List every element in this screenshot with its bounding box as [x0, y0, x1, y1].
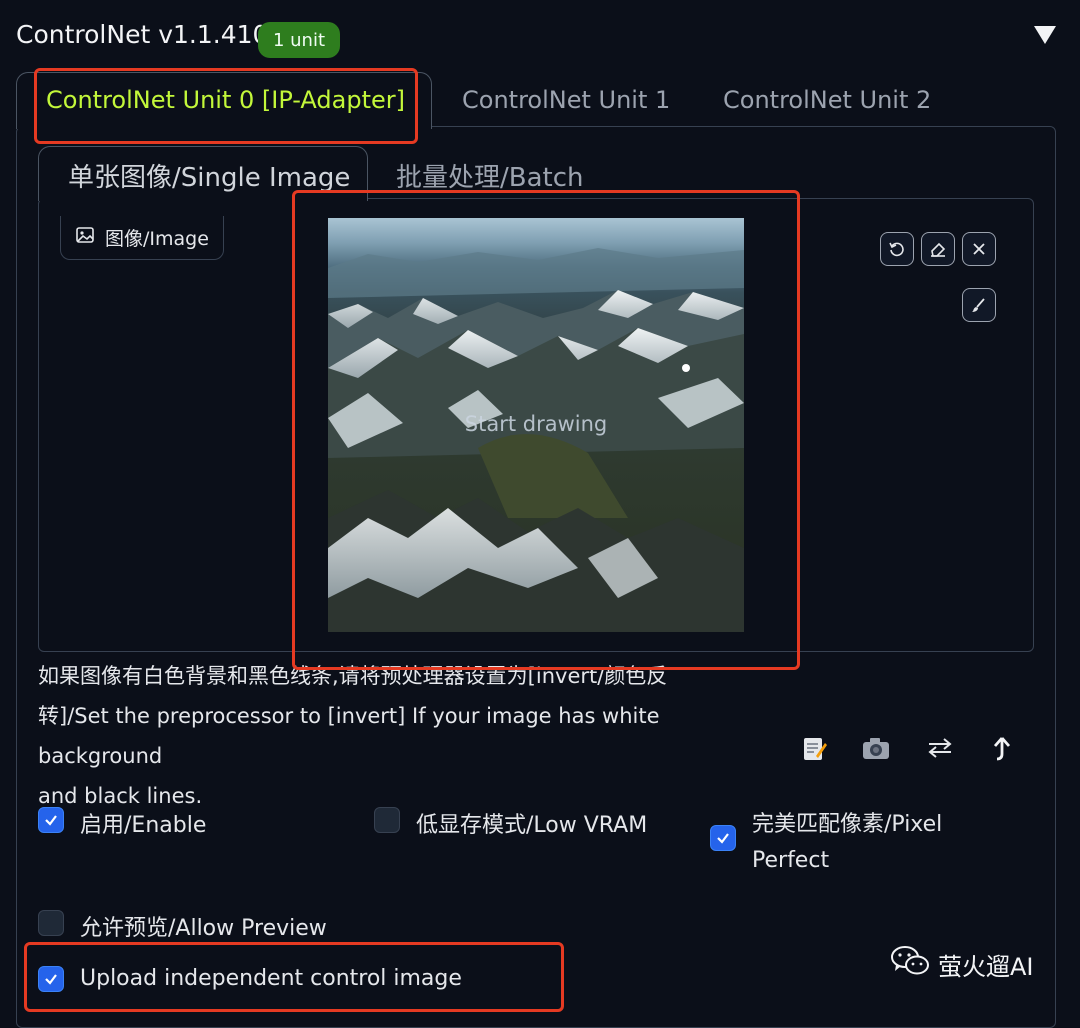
watermark: 萤火遛AI [890, 944, 1034, 984]
pixel-perfect-label[interactable]: 完美匹配像素/Pixel Perfect [752, 807, 942, 879]
close-icon[interactable] [962, 232, 996, 266]
edit-notes-icon[interactable] [798, 732, 830, 764]
unit-count-badge: 1 unit [258, 22, 340, 58]
invert-notice: 如果图像有白色背景和黑色线条,请将预处理器设置为[invert/颜色反 转]/S… [38, 656, 768, 816]
tab-batch[interactable]: 批量处理/Batch [396, 157, 584, 194]
camera-icon[interactable] [860, 732, 892, 764]
highlight-image [292, 190, 800, 670]
low-vram-checkbox[interactable] [374, 807, 400, 833]
check-icon [717, 833, 729, 844]
low-vram-label[interactable]: 低显存模式/Low VRAM [416, 807, 647, 839]
send-up-icon[interactable] [986, 732, 1018, 764]
wechat-icon [890, 944, 930, 984]
image-label-text: 图像/Image [105, 228, 209, 250]
tab-unit-1[interactable]: ControlNet Unit 1 [462, 86, 670, 114]
tab-single-image-label[interactable]: 单张图像/Single Image [68, 157, 350, 194]
panel-title[interactable]: ControlNet v1.1.410 [16, 20, 268, 49]
triangle-down-icon[interactable] [1034, 26, 1056, 44]
allow-preview-label[interactable]: 允许预览/Allow Preview [80, 910, 327, 942]
image-icon [75, 225, 95, 250]
pixel-perfect-label-line-2: Perfect [752, 848, 830, 873]
pixel-perfect-checkbox[interactable] [710, 825, 736, 851]
check-icon [45, 815, 57, 826]
brush-icon[interactable] [962, 288, 996, 322]
image-label: 图像/Image [60, 216, 224, 260]
tab-unit-2[interactable]: ControlNet Unit 2 [723, 86, 931, 114]
swap-icon[interactable] [924, 732, 956, 764]
enable-label[interactable]: 启用/Enable [80, 807, 206, 839]
highlight-unit-tab [34, 68, 418, 144]
enable-checkbox[interactable] [38, 807, 64, 833]
highlight-upload-option [24, 942, 564, 1012]
pixel-perfect-label-line-1: 完美匹配像素/Pixel [752, 812, 943, 837]
allow-preview-checkbox[interactable] [38, 910, 64, 936]
eraser-icon[interactable] [921, 232, 955, 266]
notice-line-2: 转]/Set the preprocessor to [invert] If y… [38, 704, 660, 768]
watermark-text: 萤火遛AI [938, 952, 1034, 981]
undo-icon[interactable] [880, 232, 914, 266]
